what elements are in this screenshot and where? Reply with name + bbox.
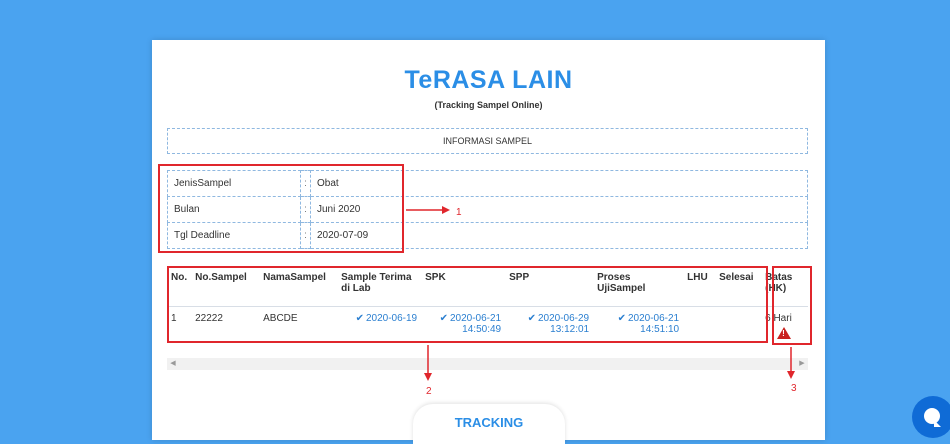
annotation-number-1: 1 [456,207,462,218]
annotation-arrow-3 [787,347,795,379]
page-subtitle: (Tracking Sampel Online) [434,100,543,110]
annotation-box-3 [772,266,812,345]
annotation-box-1 [158,164,404,253]
info-section-header: INFORMASI SAMPEL [167,128,808,154]
annotation-number-3: 3 [791,383,797,394]
horizontal-scrollbar[interactable]: ◀ ▶ [167,358,808,370]
annotation-number-2: 2 [426,386,432,397]
tracking-button[interactable]: TRACKING [413,404,565,444]
scroll-left-icon[interactable]: ◀ [167,358,179,370]
page-title: TeRASA LAIN [404,66,573,94]
annotation-box-2 [167,266,768,343]
annotation-arrow-2 [424,345,432,381]
chat-icon[interactable] [912,396,950,438]
annotation-arrow-1 [406,206,450,214]
